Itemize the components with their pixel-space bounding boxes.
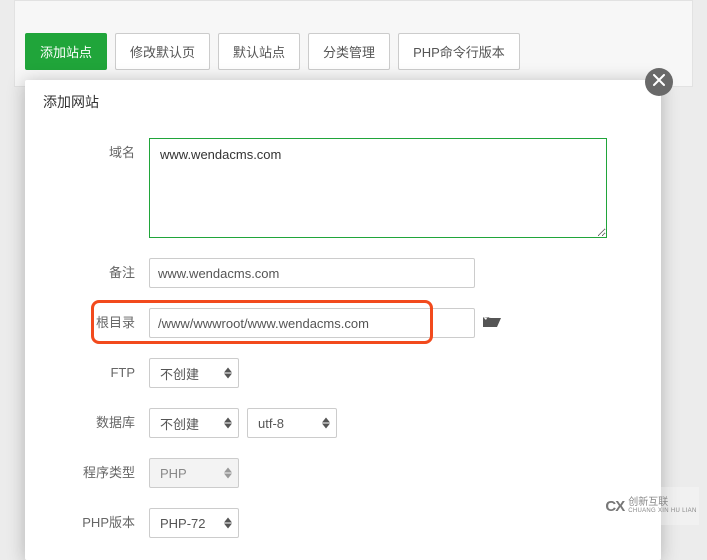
chevron-updown-icon — [224, 418, 232, 429]
page-background-panel: 添加站点 修改默认页 默认站点 分类管理 PHP命令行版本 — [14, 0, 693, 87]
watermark-initials: CX — [605, 498, 624, 515]
label-root: 根目录 — [41, 308, 149, 338]
ftp-select[interactable]: 不创建 — [149, 358, 239, 388]
close-icon — [653, 73, 665, 91]
remark-input[interactable] — [149, 258, 475, 288]
charset-select[interactable]: utf-8 — [247, 408, 337, 438]
form-row-program-type: 程序类型 PHP — [25, 448, 661, 498]
add-site-modal: 添加网站 域名 www.wendacms.com 备注 根目录 — [25, 80, 661, 560]
category-manage-button[interactable]: 分类管理 — [308, 33, 390, 70]
database-select-value: 不创建 — [160, 414, 199, 433]
label-ftp: FTP — [41, 358, 149, 388]
database-select[interactable]: 不创建 — [149, 408, 239, 438]
form-row-database: 数据库 不创建 utf-8 — [25, 398, 661, 448]
chevron-updown-icon — [224, 518, 232, 529]
toolbar: 添加站点 修改默认页 默认站点 分类管理 PHP命令行版本 — [25, 33, 682, 70]
watermark-brand-cn: 创新互联 — [628, 498, 696, 508]
php-cli-version-button[interactable]: PHP命令行版本 — [398, 33, 520, 70]
form-row-root: 根目录 — [25, 298, 661, 348]
charset-select-value: utf-8 — [258, 416, 284, 431]
form-row-remark: 备注 — [25, 248, 661, 298]
program-type-select: PHP — [149, 458, 239, 488]
root-dir-input[interactable] — [149, 308, 475, 338]
truncated-notice-row — [25, 9, 682, 19]
watermark-brand-py: CHUANG XIN HU LIAN — [628, 508, 696, 514]
form-row-php-version: PHP版本 PHP-72 — [25, 498, 661, 548]
php-version-select-value: PHP-72 — [160, 516, 206, 531]
php-version-select[interactable]: PHP-72 — [149, 508, 239, 538]
ftp-select-value: 不创建 — [160, 364, 199, 383]
chevron-updown-icon — [224, 468, 232, 479]
chevron-updown-icon — [224, 368, 232, 379]
program-type-select-value: PHP — [160, 466, 187, 481]
label-program-type: 程序类型 — [41, 458, 149, 488]
form-row-domain: 域名 www.wendacms.com — [25, 128, 661, 248]
domain-textarea[interactable]: www.wendacms.com — [149, 138, 607, 238]
chevron-updown-icon — [322, 418, 330, 429]
form-row-ftp: FTP 不创建 — [25, 348, 661, 398]
watermark-logo: CX 创新互联 CHUANG XIN HU LIAN — [603, 487, 699, 525]
label-php-version: PHP版本 — [41, 508, 149, 538]
label-domain: 域名 — [41, 138, 149, 168]
add-site-button[interactable]: 添加站点 — [25, 33, 107, 70]
modify-default-page-button[interactable]: 修改默认页 — [115, 33, 210, 70]
close-button[interactable] — [645, 68, 673, 96]
label-database: 数据库 — [41, 408, 149, 438]
label-remark: 备注 — [41, 258, 149, 288]
add-site-form: 域名 www.wendacms.com 备注 根目录 FTP — [25, 124, 661, 548]
folder-icon[interactable] — [483, 315, 501, 332]
modal-title: 添加网站 — [25, 80, 661, 124]
default-site-button[interactable]: 默认站点 — [218, 33, 300, 70]
